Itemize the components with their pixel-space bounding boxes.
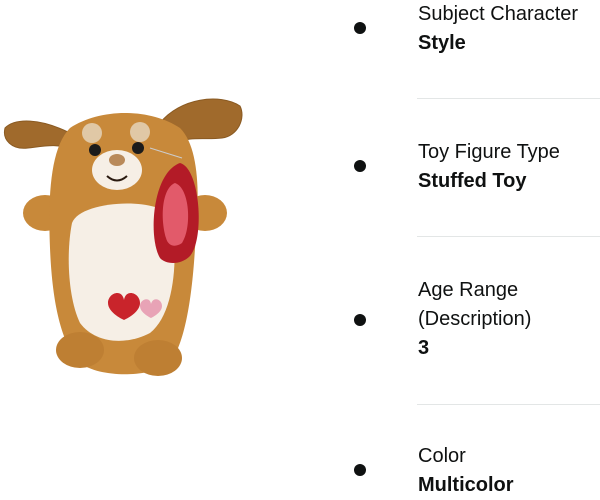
product-image[interactable] [0, 88, 250, 388]
divider [417, 404, 600, 405]
bullet-icon [354, 314, 366, 326]
divider [417, 98, 600, 99]
bullet-icon [354, 464, 366, 476]
plush-dog-illustration [3, 98, 243, 376]
spec-label: Color [418, 445, 466, 467]
spec-label: Toy Figure Type [418, 141, 560, 163]
divider [417, 236, 600, 237]
spec-value: 3 [418, 337, 430, 359]
spec-value: Stuffed Toy [418, 170, 527, 192]
bullet-icon [354, 160, 366, 172]
spec-label: Subject Character [418, 3, 579, 25]
spec-value: Style [418, 32, 466, 54]
bullet-icon [354, 22, 366, 34]
spec-label: Age Range (Description) [418, 279, 532, 330]
product-specs-list: Subject Character Style Toy Figure Type … [340, 0, 600, 496]
